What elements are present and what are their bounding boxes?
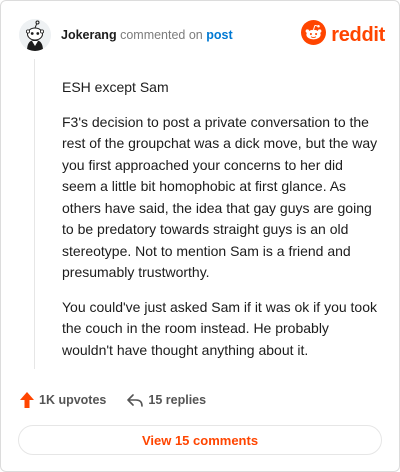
action-text: commented on: [120, 28, 203, 42]
reddit-wordmark: reddit: [331, 23, 385, 46]
comment-paragraph: ESH except Sam: [62, 79, 169, 95]
comment-byline: Jokerang commented on post: [61, 27, 233, 43]
comment-body: ESH except Sam F3's decision to post a p…: [62, 77, 380, 374]
comment-paragraph: F3's decision to post a private conversa…: [62, 113, 378, 281]
reddit-alien-icon: [301, 20, 327, 50]
comment-header: Jokerang commented on post reddit: [19, 19, 385, 51]
upvote-arrow-icon: [19, 391, 35, 409]
view-comments-button[interactable]: View 15 comments: [18, 425, 382, 455]
reply-arrow-icon: [126, 392, 144, 408]
thread-line[interactable]: [34, 59, 35, 369]
post-link[interactable]: post: [206, 28, 232, 42]
reply-count: 15 replies: [148, 393, 207, 407]
username[interactable]: Jokerang: [61, 28, 117, 42]
snoo-avatar-icon[interactable]: [19, 19, 51, 51]
upvote-count: 1K upvotes: [39, 393, 107, 407]
reddit-logo[interactable]: reddit: [301, 20, 385, 50]
comment-actions: 1K upvotes 15 replies: [19, 390, 206, 410]
comment-paragraph: You could've just asked Sam if it was ok…: [62, 298, 377, 358]
upvote-button[interactable]: 1K upvotes: [19, 391, 106, 409]
replies-button[interactable]: 15 replies: [126, 392, 206, 408]
comment-embed-card: Jokerang commented on post reddit ESH ex…: [0, 0, 400, 472]
